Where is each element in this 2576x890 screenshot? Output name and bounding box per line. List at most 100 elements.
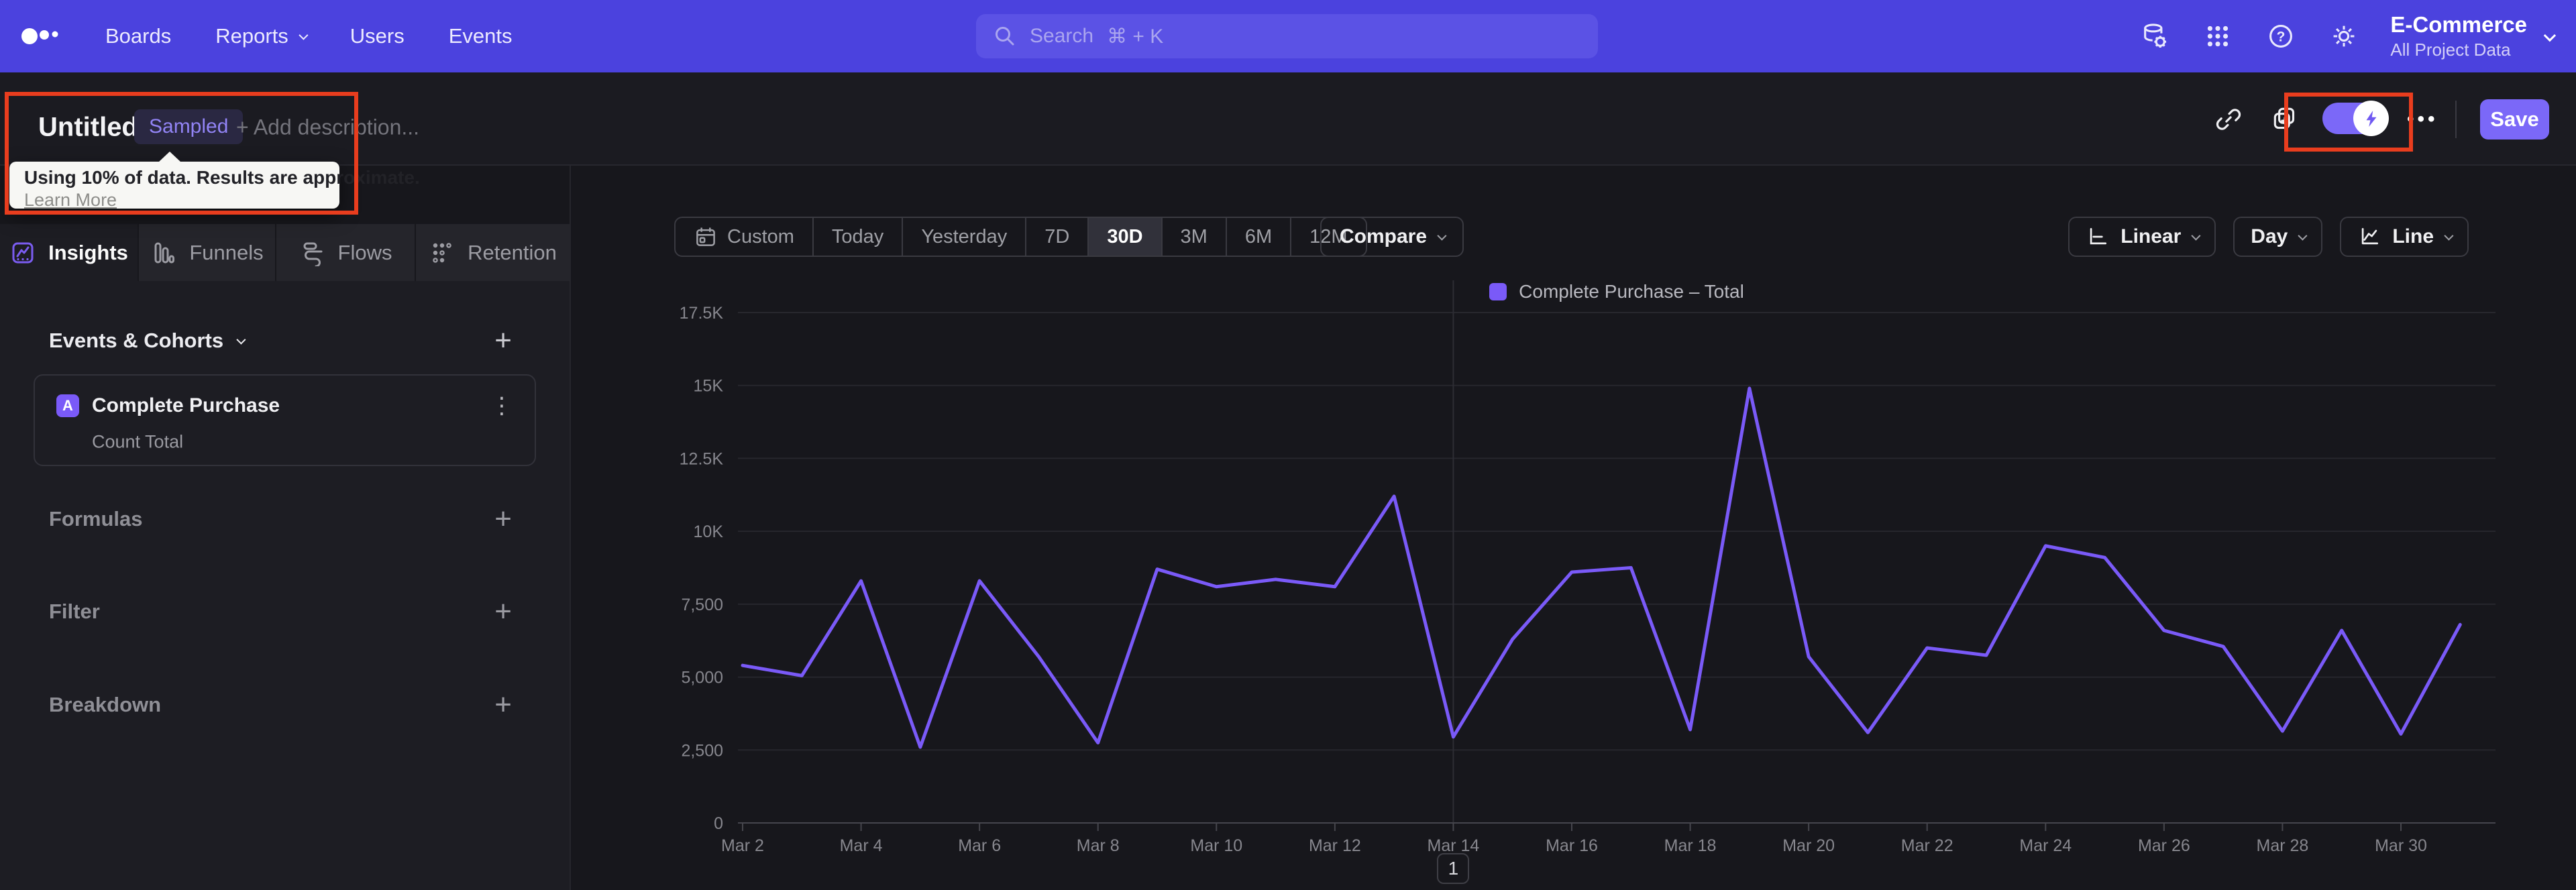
tab-flows[interactable]: Flows [276,224,415,281]
svg-text:Mar 30: Mar 30 [2375,836,2427,855]
tooltip-arrow [158,152,181,162]
learn-more-link[interactable]: Learn More [24,190,117,211]
mixpanel-logo-icon[interactable] [20,0,67,72]
retention-dots-icon [433,242,451,263]
nav-menu: Boards Reports Users Events [105,0,513,72]
svg-text:Mar 10: Mar 10 [1190,836,1242,855]
mixpanel-app: Boards Reports Users Events Search ⌘ + K [0,0,2576,890]
svg-text:Mar 18: Mar 18 [1664,836,1717,855]
workspace: Insights Funnels Flows Retention Events … [0,166,2576,890]
tooltip-text: Using 10% of data. Results are approxima… [24,167,420,188]
tab-label: Insights [48,240,128,264]
tab-label: Funnels [189,240,264,264]
events-cohorts-header: Events & Cohorts + [49,321,512,360]
apps-grid-icon[interactable] [2202,21,2233,52]
nav-item-label: Boards [105,24,172,48]
top-nav: Boards Reports Users Events Search ⌘ + K [0,0,2576,72]
sampling-toggle[interactable] [2322,101,2389,136]
svg-text:2,500: 2,500 [681,741,723,760]
event-kebab-menu[interactable]: ⋮ [490,392,513,419]
svg-text:Mar 8: Mar 8 [1077,836,1120,855]
report-title-bar: Untitled Sampled + Add description... ••… [0,72,2576,166]
svg-text:17.5K: 17.5K [680,304,724,323]
help-icon[interactable]: ? [2265,21,2296,52]
events-cohorts-dropdown[interactable]: Events & Cohorts [49,329,246,353]
events-cohorts-label: Events & Cohorts [49,329,224,352]
svg-text:7,500: 7,500 [681,596,723,614]
chevron-down-icon [236,335,246,345]
add-breakdown-button[interactable]: + [494,690,512,720]
toggle-knob [2353,101,2389,136]
line-chart[interactable]: 0 2,500 5,000 7,500 10K 12.5K 15K 17.5K Mar 2 Mar… [571,166,2576,890]
tab-label: Flows [337,240,392,264]
tab-label: Retention [468,240,557,264]
svg-text:Mar 14: Mar 14 [1428,836,1480,855]
svg-text:Mar 26: Mar 26 [2138,836,2190,855]
tab-funnels[interactable]: Funnels [139,224,275,281]
project-scope: All Project Data [2390,40,2511,60]
divider [2455,101,2457,138]
add-filter-button[interactable]: + [494,597,512,626]
add-event-button[interactable]: + [494,326,512,355]
event-metric[interactable]: Count Total [92,432,183,453]
add-description-field[interactable]: + Add description... [236,115,419,140]
copy-link-icon[interactable] [2211,102,2246,137]
sampled-badge[interactable]: Sampled [134,109,244,144]
svg-text:Mar 28: Mar 28 [2257,836,2309,855]
breakdown-section: Breakdown + [49,685,512,725]
svg-text:5,000: 5,000 [681,669,723,687]
settings-gear-icon[interactable] [2328,21,2359,52]
filter-label: Filter [49,600,100,623]
nav-item-events[interactable]: Events [449,24,513,48]
nav-item-label: Users [350,24,405,48]
chevron-down-icon [299,30,309,40]
svg-text:Mar 24: Mar 24 [2019,836,2072,855]
nav-item-label: Reports [215,24,288,48]
funnels-icon [154,242,175,263]
event-name: Complete Purchase [92,394,280,416]
chevron-down-icon [2543,29,2557,42]
svg-text:Mar 6: Mar 6 [958,836,1001,855]
nav-item-label: Events [448,24,513,48]
svg-text:?: ? [2277,30,2286,45]
nav-item-boards[interactable]: Boards [105,24,171,48]
svg-text:Mar 12: Mar 12 [1309,836,1361,855]
query-builder-body [0,281,570,890]
data-management-icon[interactable] [2139,21,2170,52]
svg-text:Mar 16: Mar 16 [1546,836,1598,855]
search-input[interactable]: Search ⌘ + K [976,14,1598,58]
sampling-tooltip: Using 10% of data. Results are approxima… [9,152,420,211]
svg-text:Mar 2: Mar 2 [721,836,764,855]
save-button[interactable]: Save [2480,99,2549,140]
chart-panel: Custom Today Yesterday 7D 30D 3M 6M 12M … [571,166,2576,890]
formulas-label: Formulas [49,507,143,531]
filter-section: Filter + [49,592,512,632]
nav-item-users[interactable]: Users [350,24,405,48]
nav-right-group: ? E-Commerce All Project Data [2139,0,2576,72]
event-card[interactable]: A Complete Purchase ⋮ Count Total [34,374,536,466]
add-formula-button[interactable]: + [494,504,512,534]
tab-retention[interactable]: Retention [416,224,570,281]
flows-icon [303,242,323,266]
svg-text:Mar 4: Mar 4 [840,836,883,855]
event-letter-badge: A [56,394,79,417]
svg-text:15K: 15K [694,377,724,396]
pagination-page[interactable]: 1 [1437,853,1470,884]
search-shortcut: ⌘ + K [1107,25,1164,48]
project-name: E-Commerce [2390,11,2527,37]
insights-chart-icon [12,242,34,263]
search-placeholder: Search [1030,25,1094,47]
more-options-button[interactable]: ••• [2407,108,2438,131]
svg-text:Mar 22: Mar 22 [1901,836,1953,855]
add-to-board-icon[interactable] [2268,102,2303,137]
project-selector[interactable]: E-Commerce All Project Data [2390,11,2557,61]
query-builder-panel: Insights Funnels Flows Retention Events … [0,166,571,890]
formulas-section: Formulas + [49,499,512,539]
breakdown-label: Breakdown [49,693,162,716]
tab-insights[interactable]: Insights [0,224,138,281]
nav-item-reports[interactable]: Reports [215,24,309,48]
report-title[interactable]: Untitled [38,113,138,143]
svg-text:12.5K: 12.5K [680,449,724,468]
svg-text:0: 0 [714,814,723,833]
svg-text:10K: 10K [694,522,724,541]
